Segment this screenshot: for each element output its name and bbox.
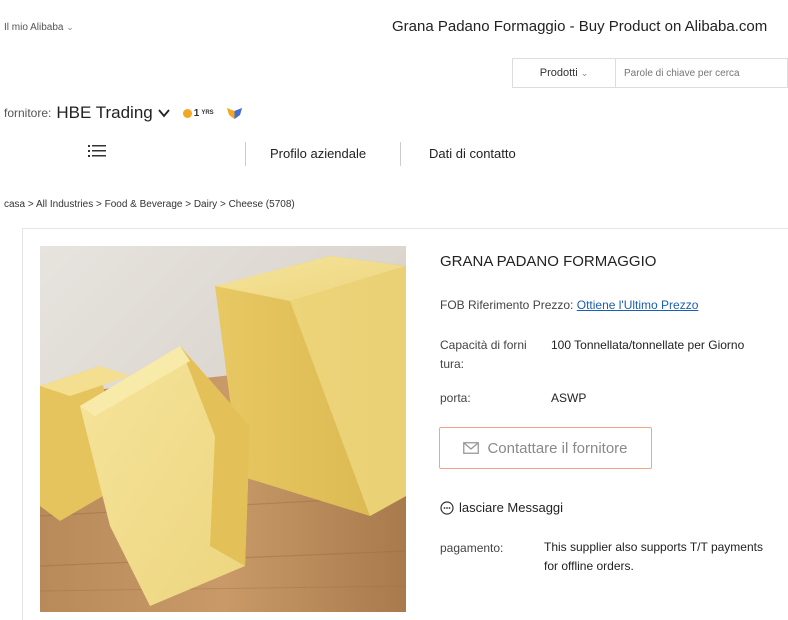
capacity-label-line1: Capacità di forni [440,338,527,352]
chevron-down-icon[interactable] [157,106,171,120]
menu-icon[interactable] [88,144,106,158]
product-title: GRANA PADANO FORMAGGIO [440,253,657,270]
nav-divider [400,142,401,166]
verified-shield-icon [226,107,242,119]
cheese-photo [40,246,406,612]
payment-label: pagamento: [440,541,504,555]
chevron-down-icon: ⌄ [66,22,74,32]
port-value: ASWP [551,391,587,405]
capacity-label-line2: tura: [440,357,465,371]
supplier-info: fornitore: HBE Trading 1 YRS [4,103,243,123]
price-row: FOB Riferimento Prezzo: Ottiene l'Ultimo… [440,298,698,312]
contact-supplier-button[interactable]: Contattare il fornitore [439,427,652,469]
mail-icon [463,442,480,454]
search-category-label: Prodotti [539,67,578,79]
years-count: 1 [193,107,200,119]
breadcrumb[interactable]: casa > All Industries > Food & Beverage … [4,199,295,210]
price-label-bold: FOB Riferimento [440,298,530,312]
contact-supplier-label: Contattare il fornitore [487,439,628,457]
leave-message-link[interactable]: lasciare Messaggi [440,500,563,515]
latest-price-link[interactable]: Ottiene l'Ultimo Prezzo [577,298,699,312]
my-alibaba-menu[interactable]: Il mio Alibaba ⌄ [4,22,74,33]
port-label: porta: [440,391,471,405]
chat-icon [440,500,454,515]
capacity-value: 100 Tonnellata/tonnellate per Giorno [551,338,745,352]
price-label: Prezzo: [532,298,574,312]
nav-company-profile[interactable]: Profilo aziendale [270,146,366,161]
coin-icon [182,108,192,118]
supplier-name-link[interactable]: HBE Trading [56,103,152,123]
search-category-select[interactable]: Prodotti ⌄ [512,58,615,88]
supplier-prefix: fornitore: [4,106,52,120]
chevron-down-icon: ⌄ [580,67,589,78]
leave-message-label: lasciare Messaggi [459,500,564,515]
years-badge: 1 YRS [182,107,214,119]
payment-text: This supplier also supports T/T payments… [544,540,763,573]
product-image[interactable] [40,246,406,612]
capacity-label: Capacità di forni tura: [440,338,527,371]
page-title: Grana Padano Formaggio - Buy Product on … [392,18,768,35]
nav-contact-details[interactable]: Dati di contatto [429,146,516,161]
years-suffix: YRS [201,110,214,116]
my-alibaba-label: Il mio Alibaba [4,22,64,33]
nav-divider [245,142,246,166]
search-input[interactable] [615,58,788,88]
search-bar: Prodotti ⌄ [512,58,788,88]
